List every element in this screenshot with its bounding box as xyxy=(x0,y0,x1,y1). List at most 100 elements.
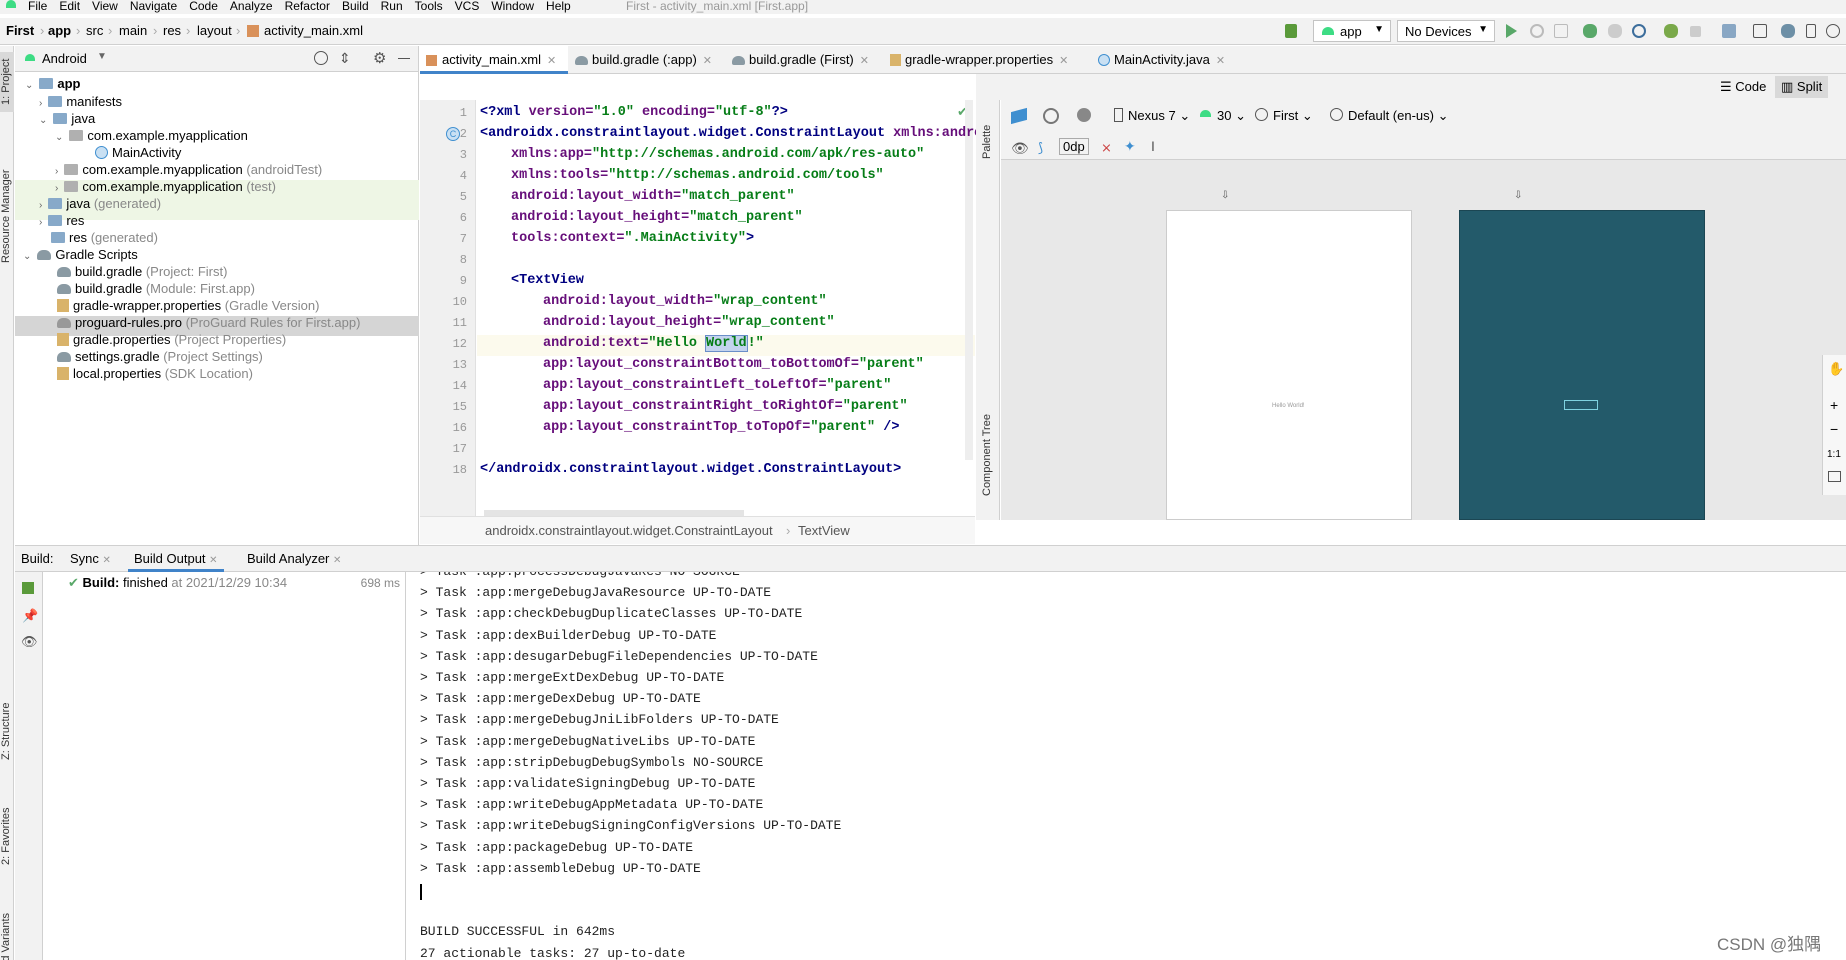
breadcrumb-file[interactable]: activity_main.xml xyxy=(264,23,363,38)
collapse-all-icon[interactable]: ⇕ xyxy=(339,50,351,67)
apply-code-changes-icon[interactable] xyxy=(1554,24,1568,38)
tree-node-app[interactable]: ⌄ app xyxy=(25,74,81,94)
blueprint-screen[interactable] xyxy=(1459,210,1705,520)
attach-process-icon[interactable] xyxy=(1664,24,1678,38)
pin-icon[interactable]: 📌 xyxy=(22,608,38,624)
apply-changes-icon[interactable] xyxy=(1530,24,1544,38)
pin-icon[interactable]: ⇩ xyxy=(1514,190,1522,201)
eye-icon[interactable]: 👁 xyxy=(21,634,38,650)
chevron-down-icon[interactable]: ▼ xyxy=(97,51,107,62)
menu-tools[interactable]: Tools xyxy=(415,0,443,12)
debug-icon[interactable] xyxy=(1583,24,1597,38)
menu-vcs[interactable]: VCS xyxy=(455,0,480,12)
locate-file-icon[interactable] xyxy=(314,51,328,65)
pan-hand-icon[interactable]: ✋ xyxy=(1828,361,1844,377)
run-icon[interactable] xyxy=(1506,24,1517,38)
theme-selector[interactable]: First ⌄ xyxy=(1273,108,1313,124)
run-configuration-dropdown[interactable]: app ▼ xyxy=(1313,20,1391,42)
menu-refactor[interactable]: Refactor xyxy=(285,0,330,12)
tab-build-gradle-app[interactable]: build.gradle (:app) ✕ xyxy=(570,46,725,74)
tab-activity-main-xml[interactable]: activity_main.xml ✕ xyxy=(420,46,568,74)
close-icon[interactable]: ✕ xyxy=(703,55,712,67)
breadcrumb-layout[interactable]: layout xyxy=(197,23,232,38)
tool-tab-build-variants[interactable]: Build Variants xyxy=(0,896,14,960)
tool-tab-structure[interactable]: Z: Structure xyxy=(0,686,14,776)
zoom-out-icon[interactable]: − xyxy=(1830,421,1838,437)
api-level-selector[interactable]: 30 ⌄ xyxy=(1217,108,1246,124)
sync-project-icon[interactable] xyxy=(1722,24,1736,38)
default-margin-button[interactable]: 0dp xyxy=(1059,138,1089,155)
tab-build-output[interactable]: Build Output ✕ xyxy=(128,546,224,572)
zoom-actual-size-icon[interactable]: 1:1 xyxy=(1827,449,1841,460)
menu-window[interactable]: Window xyxy=(491,0,534,12)
tree-node-local-properties[interactable]: local.properties (SDK Location) xyxy=(57,364,253,384)
menu-code[interactable]: Code xyxy=(189,0,218,12)
hammer-build-icon[interactable] xyxy=(1285,24,1297,38)
tab-mainactivity-java[interactable]: MainActivity.java ✕ xyxy=(1092,46,1225,74)
breadcrumb-app[interactable]: app xyxy=(48,23,71,38)
tab-build-gradle-first[interactable]: build.gradle (First) ✕ xyxy=(727,46,877,74)
tool-tab-favorites[interactable]: 2: Favorites xyxy=(0,786,14,886)
stop-icon[interactable] xyxy=(1690,26,1701,37)
locale-selector[interactable]: Default (en-us) ⌄ xyxy=(1348,108,1449,124)
close-icon[interactable]: ✕ xyxy=(103,555,111,566)
sdk-manager-icon[interactable] xyxy=(1781,24,1795,38)
close-icon[interactable]: ✕ xyxy=(1059,55,1068,67)
menu-analyze[interactable]: Analyze xyxy=(230,0,273,12)
tool-tab-resource-manager[interactable]: Resource Manager xyxy=(0,146,14,286)
orientation-icon[interactable] xyxy=(1043,108,1059,124)
infer-constraints-icon[interactable]: ✦ xyxy=(1124,138,1136,155)
preview-hello-world[interactable]: Hello World! xyxy=(1272,403,1305,409)
editor-scrollbar[interactable] xyxy=(965,100,973,460)
tab-gradle-wrapper[interactable]: gradle-wrapper.properties ✕ xyxy=(883,46,1078,74)
breadcrumb-constraintlayout[interactable]: androidx.constraintlayout.widget.Constra… xyxy=(485,523,773,538)
search-icon[interactable] xyxy=(1826,24,1840,38)
tool-tab-project[interactable]: 1: Project xyxy=(0,52,14,112)
hammer-icon[interactable] xyxy=(22,582,34,594)
close-icon[interactable]: ✕ xyxy=(547,55,556,67)
pin-icon[interactable]: ⇩ xyxy=(1221,190,1229,201)
menu-file[interactable]: File xyxy=(28,0,47,12)
attach-debugger-icon[interactable] xyxy=(1632,24,1646,38)
menu-run[interactable]: Run xyxy=(381,0,403,12)
device-file-explorer-icon[interactable] xyxy=(1806,24,1816,38)
class-gutter-icon[interactable]: C xyxy=(446,127,460,141)
palette-tab[interactable]: Palette xyxy=(981,112,995,172)
menu-edit[interactable]: Edit xyxy=(59,0,80,12)
avd-manager-icon[interactable] xyxy=(1753,24,1767,38)
zoom-in-icon[interactable]: + xyxy=(1830,397,1838,413)
menu-view[interactable]: View xyxy=(92,0,118,12)
hide-panel-icon[interactable] xyxy=(398,58,410,59)
close-icon[interactable]: ✕ xyxy=(333,555,341,566)
zoom-fit-icon[interactable] xyxy=(1828,471,1841,482)
clear-constraints-icon[interactable]: ⨯ xyxy=(1101,140,1112,156)
code-mode-button[interactable]: ☰ Code xyxy=(1720,79,1766,95)
component-tree-tab[interactable]: Component Tree xyxy=(981,400,995,510)
close-icon[interactable]: ✕ xyxy=(860,55,869,67)
close-icon[interactable]: ✕ xyxy=(1216,55,1225,67)
build-output-console[interactable]: > Task :app:processDebugJavaRes NO-SOURC… xyxy=(407,572,1846,960)
device-selector[interactable]: Nexus 7 ⌄ xyxy=(1128,108,1190,124)
night-mode-icon[interactable] xyxy=(1077,108,1091,122)
code-editor[interactable]: 1 2 3 4 5 6 7 8 9 10 11 12 13 14 15 16 1… xyxy=(420,100,982,518)
layers-icon[interactable] xyxy=(1011,107,1027,125)
design-preview-screen[interactable]: Hello World! xyxy=(1166,210,1412,520)
build-status-row[interactable]: ✔ Build: finished at 2021/12/29 10:34 xyxy=(68,575,287,591)
breadcrumb-project[interactable]: First xyxy=(6,23,34,38)
eye-icon[interactable]: 👁 xyxy=(1011,140,1029,157)
design-canvas[interactable]: ⇩ ⇩ Hello World! xyxy=(1001,160,1846,520)
guidelines-icon[interactable]: I xyxy=(1151,138,1155,154)
close-icon[interactable]: ✕ xyxy=(209,555,217,566)
breadcrumb-res[interactable]: res xyxy=(163,23,181,38)
menu-build[interactable]: Build xyxy=(342,0,369,12)
tab-build-analyzer[interactable]: Build Analyzer ✕ xyxy=(241,546,347,572)
menu-navigate[interactable]: Navigate xyxy=(130,0,177,12)
profile-icon[interactable] xyxy=(1608,24,1622,38)
tab-sync[interactable]: Sync ✕ xyxy=(64,546,117,572)
breadcrumb-main[interactable]: main xyxy=(119,23,147,38)
gear-icon[interactable]: ⚙ xyxy=(373,49,386,67)
breadcrumb-src[interactable]: src xyxy=(86,23,103,38)
breadcrumb-textview[interactable]: TextView xyxy=(798,523,850,538)
project-view-mode[interactable]: Android xyxy=(42,51,87,66)
blueprint-textview[interactable] xyxy=(1564,400,1598,410)
